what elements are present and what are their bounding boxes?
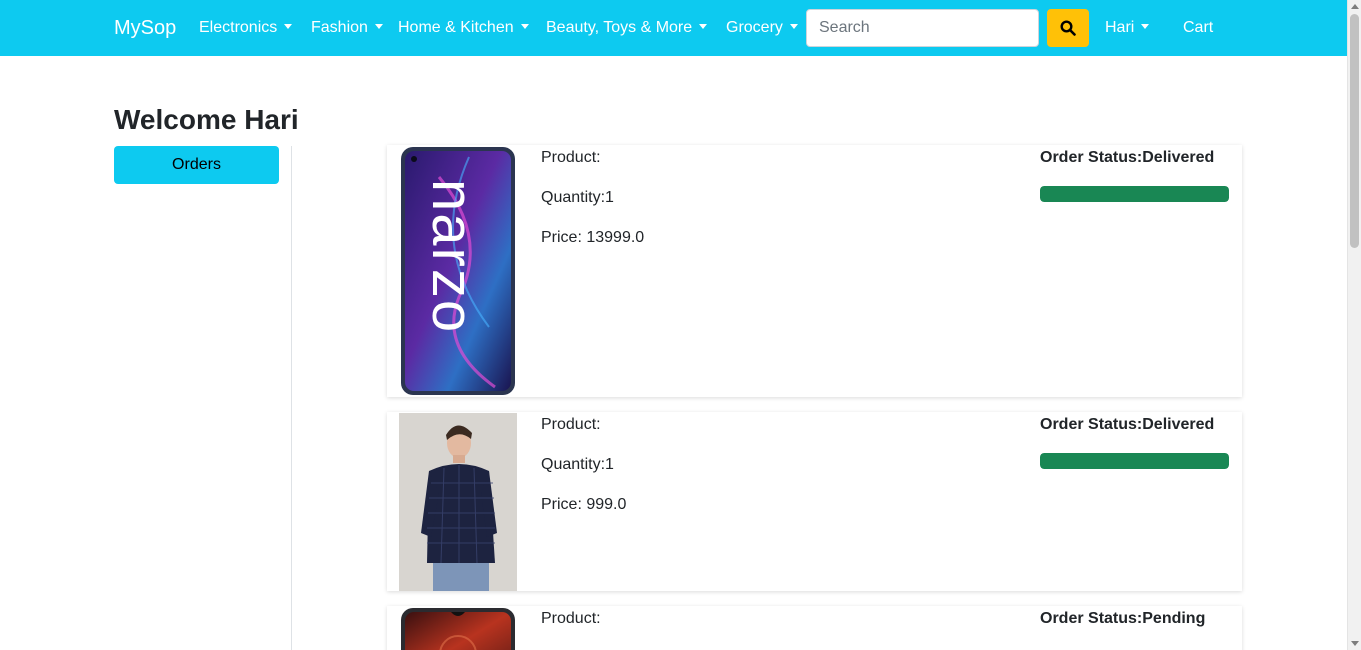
order-progress-bar [1040, 453, 1229, 469]
scroll-up-icon[interactable] [1351, 4, 1359, 9]
order-progress-bar [1040, 186, 1229, 202]
brand-link[interactable]: MySop [114, 0, 176, 56]
cart-link[interactable]: Cart [1183, 0, 1213, 56]
order-price: Price: 999.0 [541, 496, 627, 513]
nav-fashion-label: Fashion [311, 19, 368, 36]
nav-home-kitchen-label: Home & Kitchen [398, 19, 514, 36]
product-image-phone: narzo [399, 147, 517, 395]
page-scrollbar[interactable] [1347, 0, 1361, 650]
caret-down-icon [1141, 24, 1150, 29]
nav-grocery-label: Grocery [726, 19, 783, 36]
nav-electronics-dropdown[interactable]: Electronics [199, 0, 293, 56]
order-quantity: Quantity:1 [541, 189, 614, 206]
caret-down-icon [699, 24, 708, 29]
search-icon [1060, 20, 1076, 36]
order-status: Order Status:Delivered [1040, 416, 1215, 433]
caret-down-icon [374, 24, 383, 29]
nav-fashion-dropdown[interactable]: Fashion [311, 0, 383, 56]
order-status: Order Status:Delivered [1040, 149, 1215, 166]
product-image-shirt [399, 413, 517, 591]
order-card: Product: Quantity:1 Price: 999.0 Order S… [387, 412, 1242, 591]
order-quantity: Quantity:1 [541, 456, 614, 473]
nav-beauty-toys-label: Beauty, Toys & More [546, 19, 693, 36]
search-input[interactable] [806, 9, 1039, 47]
order-progress-fill [1040, 453, 1229, 469]
welcome-heading: Welcome Hari [114, 104, 299, 135]
order-progress-fill [1040, 186, 1229, 202]
caret-down-icon [284, 24, 293, 29]
sidebar-divider [291, 146, 292, 650]
nav-grocery-dropdown[interactable]: Grocery [726, 0, 798, 56]
nav-electronics-label: Electronics [199, 19, 278, 36]
product-image-phone [399, 608, 517, 650]
scrollbar-thumb[interactable] [1350, 14, 1359, 248]
user-menu-dropdown[interactable]: Hari [1105, 0, 1150, 56]
user-name: Hari [1105, 19, 1135, 36]
nav-beauty-toys-dropdown[interactable]: Beauty, Toys & More [546, 0, 708, 56]
orders-button[interactable]: Orders [114, 146, 279, 184]
order-price: Price: 13999.0 [541, 229, 645, 246]
order-product: Product: [541, 149, 601, 166]
svg-text:narzo: narzo [420, 179, 485, 334]
caret-down-icon [520, 24, 529, 29]
order-product: Product: [541, 610, 601, 627]
order-card: narzo Product: Quantity:1 Price: 13999.0… [387, 145, 1242, 397]
caret-down-icon [789, 24, 798, 29]
order-product: Product: [541, 416, 601, 433]
search-button[interactable] [1047, 9, 1089, 47]
scroll-down-icon[interactable] [1351, 641, 1359, 646]
nav-home-kitchen-dropdown[interactable]: Home & Kitchen [398, 0, 529, 56]
navbar: MySop Electronics Fashion Home & Kitchen… [0, 0, 1347, 56]
order-card: Product: Order Status:Pending [387, 606, 1242, 650]
order-status: Order Status:Pending [1040, 610, 1206, 627]
